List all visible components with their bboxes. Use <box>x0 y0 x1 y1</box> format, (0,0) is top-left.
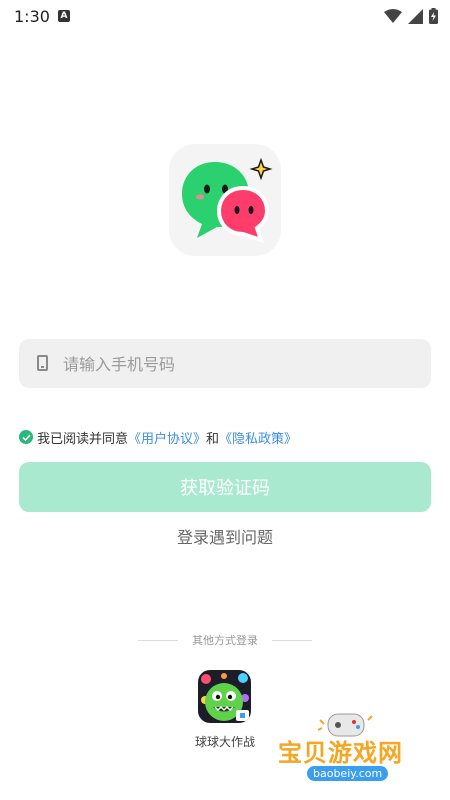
phone-input[interactable] <box>61 339 425 390</box>
agreement-and: 和 <box>206 431 220 447</box>
ball-game-icon <box>198 670 251 723</box>
phone-icon <box>37 355 48 371</box>
agreement-row: 我已阅读并同意 《用户协议》 和 《隐私政策》 <box>19 428 297 447</box>
app-logo <box>169 144 281 256</box>
status-bar: 1:30 A <box>0 0 450 32</box>
status-icons <box>384 8 438 24</box>
battery-icon <box>429 8 438 24</box>
user-agreement-link[interactable]: 《用户协议》 <box>128 428 206 447</box>
login-problem-link[interactable]: 登录遇到问题 <box>0 524 450 548</box>
check-icon <box>21 433 31 441</box>
ball-game-label: 球球大作战 <box>194 735 255 749</box>
divider-line-right <box>272 639 312 641</box>
chat-bubbles-logo-icon <box>182 157 273 244</box>
other-login-divider: 其他方式登录 <box>0 632 450 648</box>
agreement-text: 我已阅读并同意 <box>37 431 129 447</box>
ball-game-login-button[interactable] <box>198 670 251 723</box>
watermark-domain: baobeiy.com <box>307 766 389 781</box>
signal-icon <box>408 8 423 24</box>
watermark: 宝贝游戏网 baobeiy.com <box>270 708 420 794</box>
other-login-title: 其他方式登录 <box>192 634 258 647</box>
divider-line-left <box>138 639 178 641</box>
wifi-icon <box>384 8 402 23</box>
agreement-checkbox[interactable] <box>19 430 33 444</box>
watermark-title: 宝贝游戏网 <box>278 739 403 767</box>
get-code-button[interactable]: 获取验证码 <box>19 462 431 512</box>
privacy-policy-link[interactable]: 《隐私政策》 <box>219 428 297 447</box>
notification-icon: A <box>58 10 70 22</box>
phone-input-box[interactable] <box>19 339 431 390</box>
status-time: 1:30 <box>14 7 50 26</box>
